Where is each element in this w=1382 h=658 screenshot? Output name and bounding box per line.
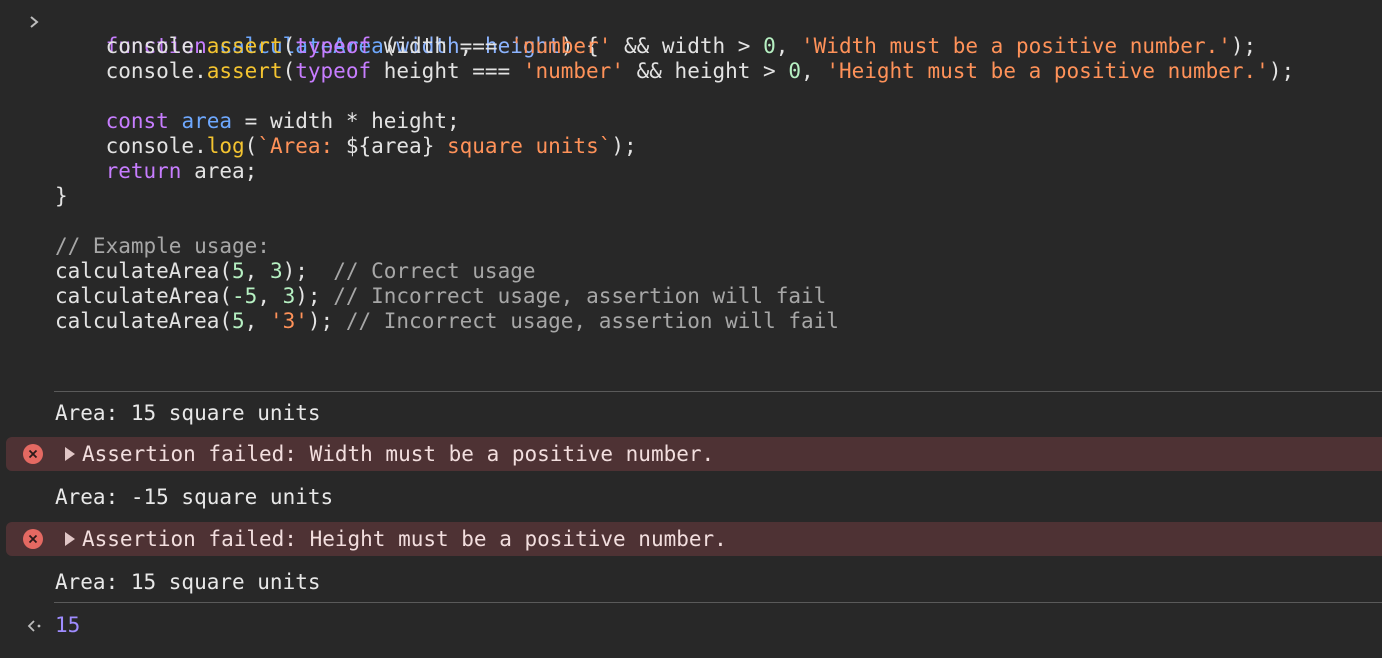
code-line-8: } [55,184,68,208]
code-line-6: console.log(`Area: ${area} square units`… [105,134,637,158]
code-line-12: calculateArea(-5, 3); // Incorrect usage… [55,284,827,308]
code-line-7: return area; [105,159,258,183]
return-value-row[interactable]: 15 [0,611,1382,639]
error-circle-icon [23,444,43,464]
code-line-1: function calculateArea(width, height) { [0,9,1382,58]
log-message-2: Area: -15 square units [55,485,334,509]
error-message-2[interactable]: Assertion failed: Height must be a posit… [6,522,1382,556]
code-line-10: // Example usage: [55,234,270,258]
console-input-code[interactable]: function calculateArea(width, height) { … [0,9,1382,334]
code-line-2: console.assert(typeof width === 'number'… [105,34,1257,58]
expand-triangle-icon[interactable] [65,532,75,546]
output-divider-top [54,391,1382,392]
log-message-1: Area: 15 square units [55,401,321,425]
code-line-11: calculateArea(5, 3); // Correct usage [55,259,536,283]
code-line-3: console.assert(typeof height === 'number… [105,59,1295,83]
error-message-1[interactable]: Assertion failed: Width must be a positi… [6,437,1382,471]
code-line-13: calculateArea(5, '3'); // Incorrect usag… [55,309,839,333]
error-text-2: Assertion failed: Height must be a posit… [82,527,727,551]
log-message-3: Area: 15 square units [55,570,321,594]
code-line-5: const area = width * height; [105,109,460,133]
output-divider-bottom [54,602,1382,603]
return-arrow-icon [24,615,46,637]
error-circle-icon [23,529,43,549]
expand-triangle-icon[interactable] [65,447,75,461]
error-text-1: Assertion failed: Width must be a positi… [82,442,715,466]
chevron-right-icon [24,9,44,34]
return-value: 15 [55,613,81,637]
